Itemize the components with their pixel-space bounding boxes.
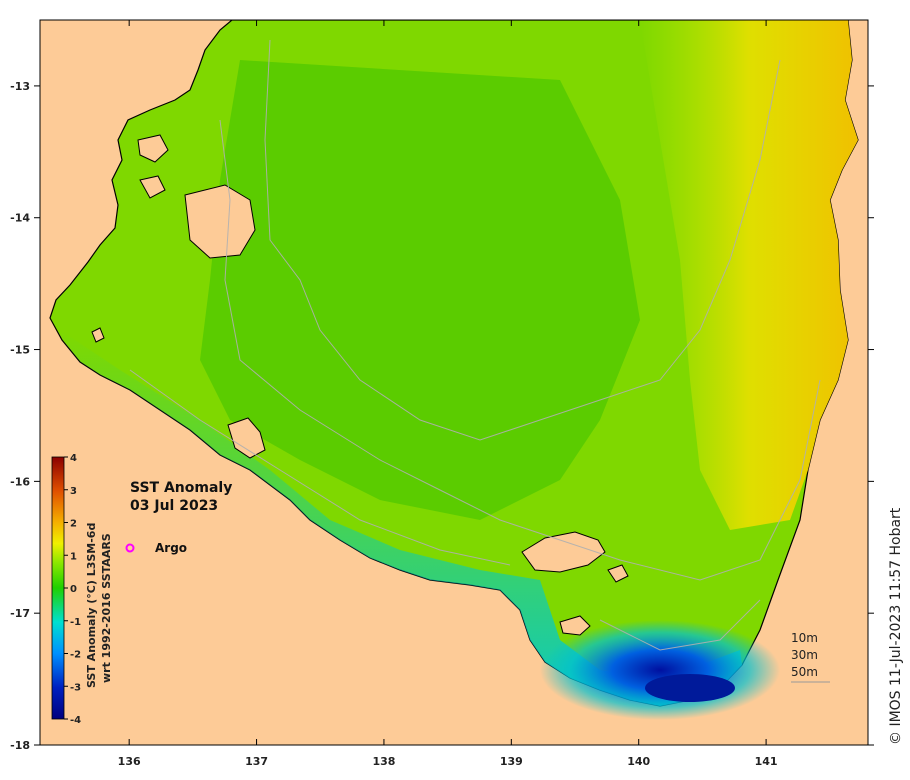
colorbar-title-line1: SST Anomaly (°C) L3SM-6d bbox=[85, 523, 98, 688]
y-tick-label: -18 bbox=[10, 739, 30, 752]
x-tick-label: 138 bbox=[372, 755, 395, 768]
colorbar-tick-label: -3 bbox=[70, 682, 81, 693]
colorbar-tick-label: 1 bbox=[70, 551, 77, 562]
colorbar-tick-label: -2 bbox=[70, 650, 81, 661]
x-tick-label: 136 bbox=[118, 755, 141, 768]
depth-label-50m: 50m bbox=[791, 665, 818, 679]
credit-text: © IMOS 11-Jul-2023 11:57 Hobart bbox=[888, 507, 904, 745]
colorbar-tick-label: -4 bbox=[70, 715, 81, 726]
colorbar-tick-label: 0 bbox=[70, 584, 77, 595]
x-tick-label: 139 bbox=[500, 755, 523, 768]
colorbar-title-line2: wrt 1992-2016 SSTAARS bbox=[100, 533, 113, 683]
depth-label-10m: 10m bbox=[791, 631, 818, 645]
y-tick-label: -13 bbox=[10, 80, 30, 93]
x-tick-label: 140 bbox=[627, 755, 650, 768]
colorbar-tick-label: 3 bbox=[70, 486, 77, 497]
cold-anomaly-core bbox=[645, 674, 735, 702]
y-tick-label: -15 bbox=[10, 344, 30, 357]
argo-legend-label: Argo bbox=[155, 541, 187, 555]
map-date: 03 Jul 2023 bbox=[130, 498, 218, 514]
colorbar-tick-label: -1 bbox=[70, 617, 81, 628]
depth-label-30m: 30m bbox=[791, 648, 818, 662]
x-tick-label: 141 bbox=[755, 755, 778, 768]
map-title: SST Anomaly bbox=[130, 480, 232, 496]
colorbar bbox=[51, 456, 65, 720]
colorbar-tick-label: 4 bbox=[70, 453, 77, 464]
y-tick-label: -14 bbox=[10, 212, 30, 225]
x-tick-label: 137 bbox=[245, 755, 268, 768]
y-tick-label: -16 bbox=[10, 475, 30, 488]
y-tick-label: -17 bbox=[10, 607, 30, 620]
colorbar-tick-label: 2 bbox=[70, 519, 77, 530]
sst-anomaly-map: 136 137 138 139 140 141 -13-14-15-16-17-18 SS… bbox=[10, 19, 904, 768]
